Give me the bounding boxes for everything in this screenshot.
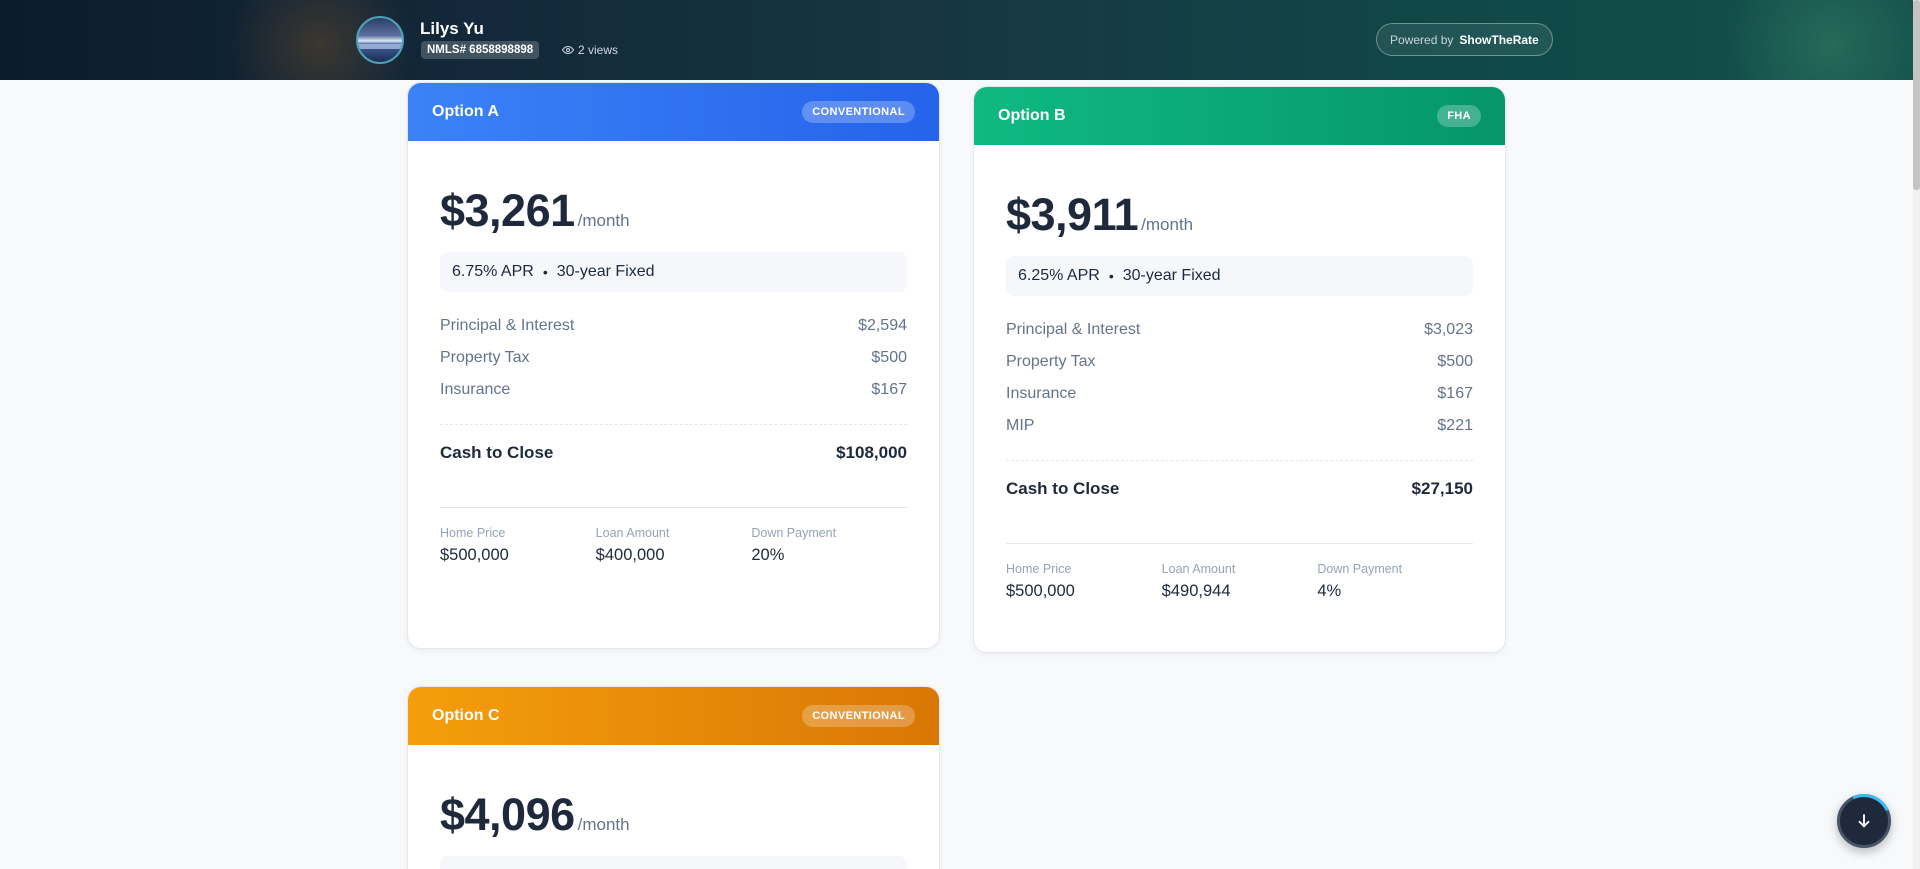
cash-to-close-value: $108,000 (836, 443, 907, 462)
stat-value: 4% (1317, 582, 1342, 600)
views-label: 2 views (578, 43, 619, 57)
apr-value: 6.75% APR (452, 263, 534, 280)
stat-label: Down Payment (751, 526, 837, 540)
cash-to-close-label: Cash to Close (1006, 479, 1120, 498)
breakdown-label: Insurance (440, 381, 511, 398)
loan-stats: Home Price $500,000 Loan Amount $400,000… (440, 526, 907, 565)
stat-value: $500,000 (440, 546, 509, 564)
cash-to-close-value: $27,150 (1411, 479, 1473, 498)
scroll-progress-ring (1829, 786, 1899, 856)
separator-dot: • (1108, 268, 1114, 284)
scrollbar-thumb[interactable] (1913, 0, 1920, 190)
breakdown-label: MIP (1006, 417, 1035, 434)
rate-summary: 6.75% APR • 30-year Fixed (440, 252, 907, 292)
stat-label: Loan Amount (1161, 562, 1236, 576)
stat-value: $490,944 (1161, 582, 1231, 600)
monthly-payment: $3,911 (1006, 189, 1139, 240)
option-card-c: Option C CONVENTIONAL $4,096 /month (407, 686, 940, 869)
loan-stats: Home Price $500,000 Loan Amount $490,944… (1006, 562, 1473, 601)
breakdown-row: Insurance $167 (1006, 378, 1473, 410)
stat-home-price: Home Price $500,000 (1006, 562, 1162, 601)
option-title: Option C (432, 707, 500, 724)
divider (440, 507, 907, 508)
powered-by-link[interactable]: Powered by ShowTheRate (1376, 23, 1553, 56)
option-card-a: Option A CONVENTIONAL $3,261 /month 6.75… (407, 82, 940, 649)
breakdown-value: $3,023 (1424, 321, 1473, 338)
stat-down-payment: Down Payment 4% (1317, 562, 1473, 601)
stat-home-price: Home Price $500,000 (440, 526, 596, 565)
cash-to-close: Cash to Close $108,000 (440, 425, 907, 481)
divider (1006, 543, 1473, 544)
loan-type-badge: CONVENTIONAL (802, 101, 915, 123)
cash-to-close: Cash to Close $27,150 (1006, 461, 1473, 517)
avatar[interactable] (356, 16, 404, 64)
separator-dot: • (542, 264, 548, 280)
payment-breakdown: Principal & Interest $3,023 Property Tax… (1006, 314, 1473, 442)
breakdown-value: $167 (871, 381, 907, 398)
stat-label: Home Price (440, 526, 506, 540)
option-title: Option A (432, 103, 499, 120)
loan-term: 30-year Fixed (1122, 267, 1221, 284)
scroll-down-button[interactable] (1829, 786, 1899, 856)
stat-value: 20% (751, 546, 785, 564)
breakdown-label: Insurance (1006, 385, 1077, 402)
loan-type-badge: FHA (1437, 105, 1481, 127)
stat-loan-amount: Loan Amount $490,944 (1162, 562, 1318, 601)
apr-value: 6.25% APR (1018, 267, 1100, 284)
breakdown-label: Principal & Interest (1006, 321, 1141, 338)
breakdown-row: Property Tax $500 (1006, 346, 1473, 378)
breakdown-row: Principal & Interest $3,023 (1006, 314, 1473, 346)
per-month-label: /month (577, 211, 630, 230)
breakdown-value: $2,594 (858, 317, 907, 334)
breakdown-label: Property Tax (440, 349, 530, 366)
header-glow (1700, 0, 1913, 80)
option-card-b: Option B FHA $3,911 /month 6.25% APR • 3… (973, 86, 1506, 653)
payment-breakdown: Principal & Interest $2,594 Property Tax… (440, 310, 907, 406)
breakdown-value: $221 (1437, 417, 1473, 434)
views-count: 2 views (562, 43, 618, 57)
breakdown-value: $167 (1437, 385, 1473, 402)
stat-down-payment: Down Payment 20% (751, 526, 907, 565)
breakdown-row: MIP $221 (1006, 410, 1473, 442)
nmls-badge: NMLS# 6858898898 (421, 41, 540, 59)
rate-summary: 6.25% APR • 30-year Fixed (1006, 256, 1473, 296)
breakdown-row: Insurance $167 (440, 374, 907, 406)
loan-officer-name: Lilys Yu (420, 19, 484, 38)
powered-by-brand: ShowTheRate (1459, 32, 1539, 47)
eye-icon (562, 45, 574, 55)
option-card-header: Option A CONVENTIONAL (408, 83, 939, 141)
breakdown-value: $500 (1437, 353, 1473, 370)
per-month-label: /month (1141, 215, 1194, 234)
breakdown-value: $500 (871, 349, 907, 366)
stat-loan-amount: Loan Amount $400,000 (596, 526, 752, 565)
option-card-header: Option B FHA (974, 87, 1505, 145)
breakdown-label: Principal & Interest (440, 317, 575, 334)
stat-value: $500,000 (1006, 582, 1075, 600)
breakdown-label: Property Tax (1006, 353, 1096, 370)
option-card-header: Option C CONVENTIONAL (408, 687, 939, 745)
stat-label: Home Price (1006, 562, 1072, 576)
monthly-payment: $4,096 (440, 789, 575, 840)
loan-type-badge: CONVENTIONAL (802, 705, 915, 727)
powered-by-prefix: Powered by (1390, 32, 1454, 47)
profile-header: Lilys Yu NMLS# 6858898898 2 views Powere… (0, 0, 1913, 80)
option-title: Option B (998, 107, 1066, 124)
monthly-payment: $3,261 (440, 185, 575, 236)
breakdown-row: Property Tax $500 (440, 342, 907, 374)
per-month-label: /month (577, 815, 630, 834)
loan-term: 30-year Fixed (556, 263, 655, 280)
cash-to-close-label: Cash to Close (440, 443, 554, 462)
stat-label: Loan Amount (595, 526, 670, 540)
breakdown-row: Principal & Interest $2,594 (440, 310, 907, 342)
stat-label: Down Payment (1317, 562, 1403, 576)
rate-summary (440, 856, 907, 869)
stat-value: $400,000 (595, 546, 665, 564)
